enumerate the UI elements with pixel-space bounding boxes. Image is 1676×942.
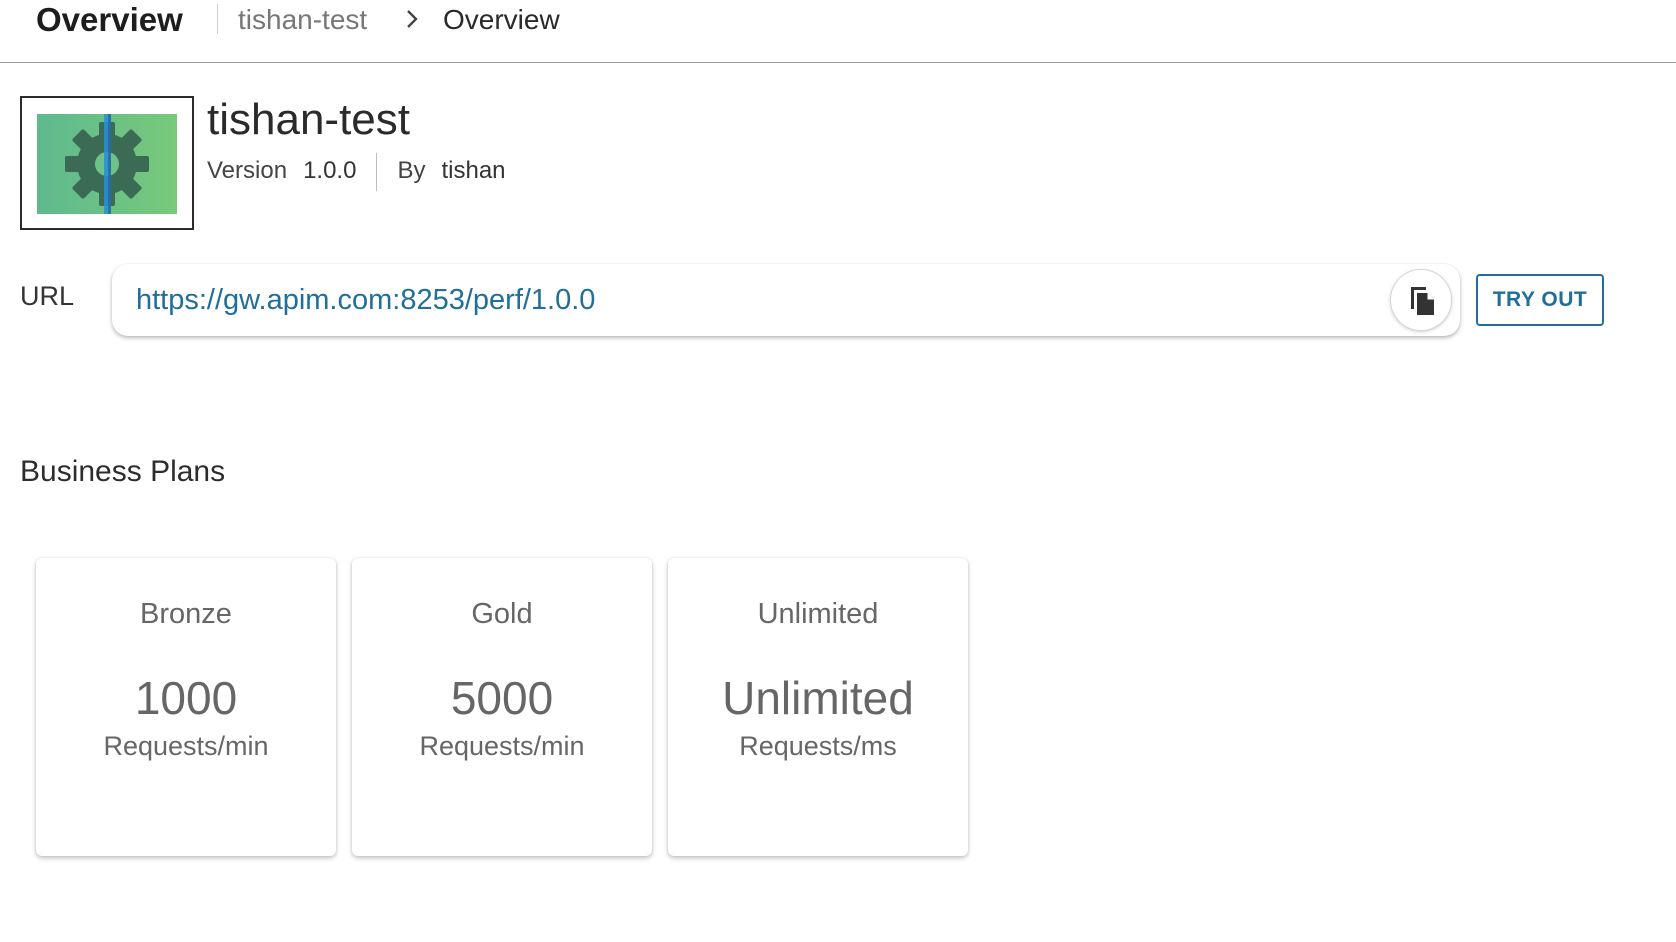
business-plans-title: Business Plans [20,455,226,488]
plan-value: Unlimited [722,672,914,724]
by-label: By [397,157,426,184]
version-value: 1.0.0 [303,157,357,184]
copy-url-button[interactable] [1390,269,1452,331]
plan-name: Gold [471,598,533,630]
breadcrumb-api-link[interactable]: tishan-test [238,0,367,40]
plan-unit: Requests/min [419,731,585,761]
api-meta: Version 1.0.0 By tishan [207,153,506,191]
try-out-button[interactable]: TRY OUT [1476,274,1604,326]
api-name: tishan-test [207,95,410,144]
plan-value: 1000 [134,672,238,724]
page-title: Overview [36,1,183,38]
api-thumbnail [20,96,194,230]
plan-card-bronze: Bronze 1000 Requests/min [36,558,336,856]
plan-card-unlimited: Unlimited Unlimited Requests/ms [668,558,968,856]
copy-icon [1411,287,1434,315]
author-name: tishan [441,157,506,184]
meta-divider [376,153,378,191]
header-divider [217,4,218,34]
url-label: URL [20,281,75,311]
plan-card-gold: Gold 5000 Requests/min [352,558,652,856]
chevron-right-icon [407,10,418,28]
breadcrumb-current: Overview [443,4,560,35]
gear-icon [37,114,177,214]
page-header: Overview tishan-test Overview [0,0,1676,63]
url-box: https://gw.apim.com:8253/perf/1.0.0 [112,264,1460,336]
version-label: Version [207,157,288,184]
plan-name: Unlimited [757,598,879,630]
plan-value: 5000 [450,672,554,724]
plan-unit: Requests/min [103,731,269,761]
plan-name: Bronze [140,598,232,630]
plan-unit: Requests/ms [739,731,897,761]
endpoint-url[interactable]: https://gw.apim.com:8253/perf/1.0.0 [136,280,595,320]
